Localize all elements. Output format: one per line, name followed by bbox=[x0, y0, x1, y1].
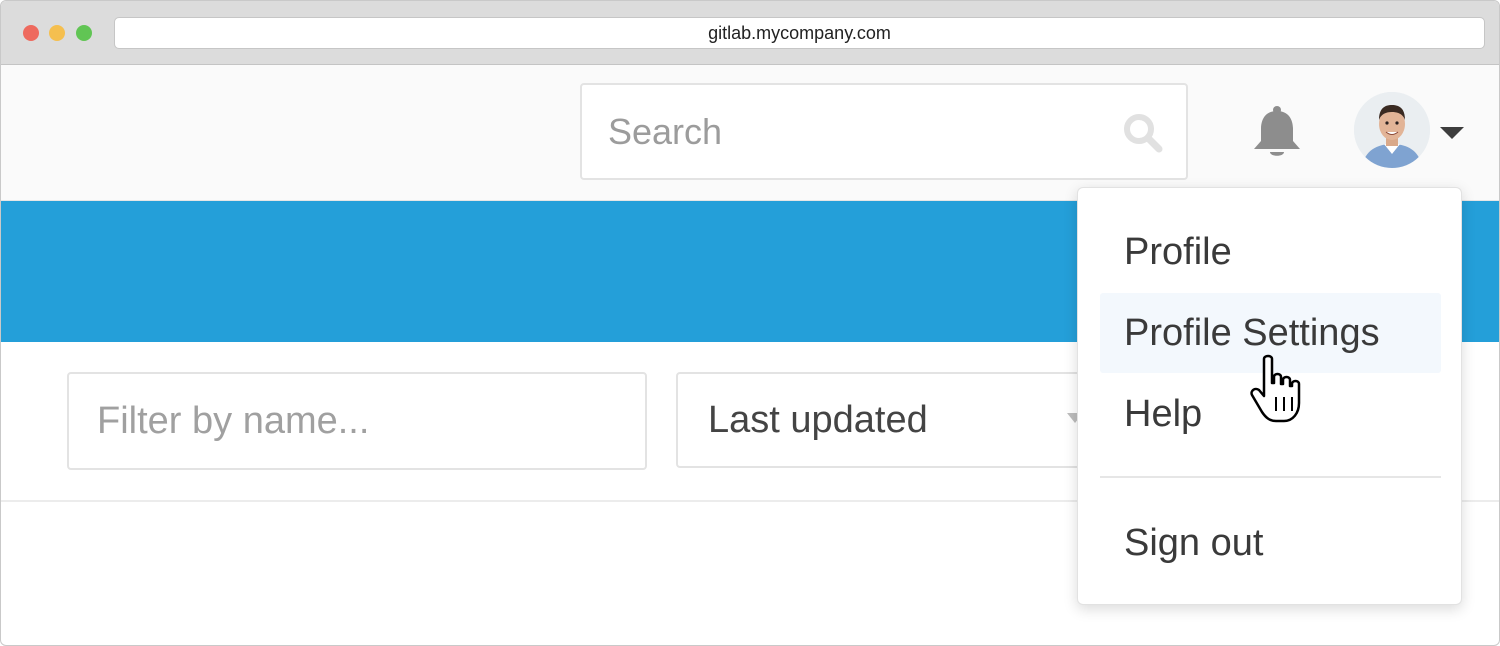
bell-icon[interactable] bbox=[1251, 105, 1303, 161]
search-icon[interactable] bbox=[1122, 112, 1164, 154]
user-dropdown-menu: Profile Profile Settings Help Sign out bbox=[1077, 187, 1462, 605]
address-bar[interactable]: gitlab.mycompany.com bbox=[114, 17, 1485, 49]
app-header bbox=[1, 65, 1499, 201]
sort-dropdown[interactable]: Last updated bbox=[676, 372, 1116, 468]
filter-by-name-input[interactable] bbox=[67, 372, 647, 470]
avatar[interactable] bbox=[1354, 92, 1430, 168]
address-bar-url: gitlab.mycompany.com bbox=[708, 23, 891, 43]
caret-down-icon[interactable] bbox=[1438, 125, 1466, 141]
menu-item-profile[interactable]: Profile bbox=[1100, 212, 1441, 292]
browser-window: gitlab.mycompany.com Search Filter by na… bbox=[0, 0, 1500, 646]
browser-toolbar: gitlab.mycompany.com bbox=[1, 1, 1499, 65]
search-input[interactable] bbox=[606, 85, 1106, 178]
menu-divider bbox=[1100, 476, 1441, 478]
avatar-image bbox=[1354, 92, 1430, 168]
menu-item-help[interactable]: Help bbox=[1100, 374, 1441, 454]
search-box[interactable] bbox=[580, 83, 1188, 180]
menu-item-profile-settings[interactable]: Profile Settings bbox=[1100, 293, 1441, 373]
minimize-window-button[interactable] bbox=[49, 25, 65, 41]
maximize-window-button[interactable] bbox=[76, 25, 92, 41]
menu-item-sign-out[interactable]: Sign out bbox=[1100, 503, 1441, 583]
close-window-button[interactable] bbox=[23, 25, 39, 41]
sort-selected-value: Last updated bbox=[708, 399, 928, 441]
